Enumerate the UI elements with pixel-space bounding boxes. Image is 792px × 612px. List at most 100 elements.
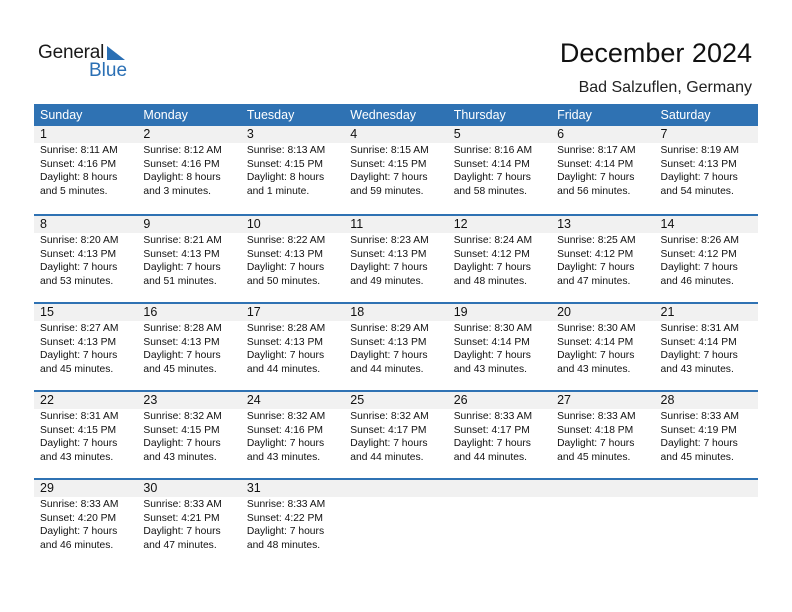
sunrise-text: Sunrise: 8:16 AM: [453, 145, 533, 156]
daylight-text: Daylight: 7 hours: [246, 262, 325, 274]
day-cell-info: Sunrise: 8:33 AM Sunset: 4:17 PM Daylight:…: [448, 409, 551, 464]
daylight-text: Daylight: 7 hours: [143, 438, 221, 450]
daylight-text: and 43 minutes.: [143, 451, 217, 463]
sunrise-text: Sunrise: 8:28 AM: [143, 323, 222, 334]
sunrise-text: Sunrise: 8:28 AM: [246, 323, 326, 334]
day-cell-info: Sunrise: 8:17 AM Sunset: 4:14 PM Daylight:…: [551, 143, 654, 198]
day-number: 19: [453, 305, 468, 319]
sunset-text: Sunset: 4:12 PM: [453, 248, 530, 260]
day-cell-info: Sunrise: 8:33 AM Sunset: 4:21 PM Daylight:…: [137, 497, 240, 552]
sunrise-text: Sunrise: 8:33 AM: [40, 499, 119, 510]
daylight-text: Daylight: 7 hours: [246, 350, 325, 362]
calendar-week: 29 30 31 Sunrise: 8:33 AM Sunset: 4:20 PM Day…: [34, 478, 758, 566]
daylight-text: and 49 minutes.: [350, 275, 424, 287]
daylight-text: Daylight: 7 hours: [350, 262, 428, 274]
sunset-text: Sunset: 4:19 PM: [660, 424, 737, 436]
daylight-text: and 44 minutes.: [453, 451, 527, 463]
sunset-text: Sunset: 4:14 PM: [557, 158, 634, 170]
daylight-text: Daylight: 7 hours: [453, 438, 531, 450]
daylight-text: and 58 minutes.: [453, 185, 527, 197]
sunrise-text: Sunrise: 8:20 AM: [40, 235, 119, 246]
sunrise-text: Sunrise: 8:12 AM: [143, 145, 222, 156]
sunset-text: Sunset: 4:16 PM: [246, 424, 323, 436]
date-row: 8 9 10 11 12 13 14: [34, 216, 758, 233]
day-number: [448, 480, 551, 497]
day-cell-info: Sunrise: 8:20 AM Sunset: 4:13 PM Daylight:…: [34, 233, 137, 288]
sunrise-text: Sunrise: 8:29 AM: [350, 323, 429, 334]
sunrise-text: Sunrise: 8:30 AM: [557, 323, 636, 334]
daylight-text: and 46 minutes.: [660, 275, 734, 287]
info-row: Sunrise: 8:27 AM Sunset: 4:13 PM Daylight:…: [34, 321, 758, 376]
daylight-text: Daylight: 7 hours: [40, 262, 118, 274]
day-cell-info: Sunrise: 8:19 AM Sunset: 4:13 PM Daylight:…: [655, 143, 758, 198]
sunset-text: Sunset: 4:13 PM: [246, 248, 323, 260]
daylight-text: Daylight: 8 hours: [40, 172, 118, 184]
sunset-text: Sunset: 4:14 PM: [557, 336, 634, 348]
daylight-text: Daylight: 7 hours: [453, 262, 531, 274]
weekday-header: Sunday Monday Tuesday Wednesday Thursday…: [34, 104, 758, 126]
daylight-text: and 47 minutes.: [143, 539, 217, 551]
sunset-text: Sunset: 4:15 PM: [246, 158, 323, 170]
daylight-text: and 47 minutes.: [557, 275, 631, 287]
sunset-text: Sunset: 4:13 PM: [40, 248, 117, 260]
weekday-monday: Monday: [143, 108, 188, 122]
day-cell-info: Sunrise: 8:12 AM Sunset: 4:16 PM Daylight:…: [137, 143, 240, 198]
day-number: [344, 480, 447, 497]
sunrise-text: Sunrise: 8:33 AM: [660, 411, 739, 422]
daylight-text: and 48 minutes.: [246, 539, 321, 551]
day-cell-info: [655, 497, 758, 552]
daylight-text: Daylight: 7 hours: [350, 172, 428, 184]
day-number: 30: [143, 481, 158, 495]
sunset-text: Sunset: 4:12 PM: [557, 248, 634, 260]
day-cell-info: Sunrise: 8:33 AM Sunset: 4:18 PM Daylight:…: [551, 409, 654, 464]
logo-blue-text: Blue: [89, 60, 128, 81]
day-cell-info: Sunrise: 8:21 AM Sunset: 4:13 PM Daylight:…: [137, 233, 240, 288]
daylight-text: Daylight: 7 hours: [453, 350, 531, 362]
sunset-text: Sunset: 4:12 PM: [660, 248, 737, 260]
sunset-text: Sunset: 4:16 PM: [40, 158, 117, 170]
day-number: 7: [660, 127, 668, 141]
day-number: 21: [660, 305, 675, 319]
day-number: 6: [557, 127, 565, 141]
day-number: 17: [246, 305, 261, 319]
day-cell-info: Sunrise: 8:31 AM Sunset: 4:14 PM Daylight:…: [655, 321, 758, 376]
date-row: 22 23 24 25 26 27 28: [34, 392, 758, 409]
daylight-text: Daylight: 7 hours: [660, 172, 738, 184]
day-cell-info: [344, 497, 447, 552]
daylight-text: and 44 minutes.: [350, 451, 424, 463]
day-number: 27: [557, 393, 572, 407]
daylight-text: Daylight: 7 hours: [143, 350, 221, 362]
day-cell-info: Sunrise: 8:22 AM Sunset: 4:13 PM Daylight:…: [241, 233, 344, 288]
sunset-text: Sunset: 4:21 PM: [143, 512, 220, 524]
sunrise-text: Sunrise: 8:19 AM: [660, 145, 739, 156]
day-cell-info: Sunrise: 8:32 AM Sunset: 4:17 PM Daylight:…: [344, 409, 447, 464]
sunrise-text: Sunrise: 8:31 AM: [660, 323, 739, 334]
day-number: 24: [246, 393, 261, 407]
daylight-text: and 45 minutes.: [40, 363, 114, 375]
daylight-text: and 1 minute.: [246, 185, 310, 197]
daylight-text: and 43 minutes.: [557, 363, 631, 375]
daylight-text: Daylight: 7 hours: [40, 526, 118, 538]
sunrise-text: Sunrise: 8:32 AM: [350, 411, 429, 422]
weekday-sunday: Sunday: [40, 108, 83, 122]
info-row: Sunrise: 8:33 AM Sunset: 4:20 PM Daylight:…: [34, 497, 758, 552]
day-number: 9: [143, 217, 151, 231]
daylight-text: and 44 minutes.: [350, 363, 424, 375]
day-cell-info: Sunrise: 8:24 AM Sunset: 4:12 PM Daylight:…: [448, 233, 551, 288]
daylight-text: and 5 minutes.: [40, 185, 108, 197]
day-number: 13: [557, 217, 572, 231]
day-number: 26: [453, 393, 468, 407]
sunset-text: Sunset: 4:17 PM: [350, 424, 427, 436]
calendar-week: 15 16 17 18 19 20 21 Sunrise: 8:27 AM Sunset: 4:…: [34, 302, 758, 390]
day-number: 20: [557, 305, 572, 319]
day-number: 16: [143, 305, 158, 319]
daylight-text: Daylight: 7 hours: [350, 350, 428, 362]
day-number: [655, 480, 758, 497]
day-cell-info: Sunrise: 8:11 AM Sunset: 4:16 PM Daylight:…: [34, 143, 137, 198]
sunset-text: Sunset: 4:13 PM: [143, 248, 220, 260]
daylight-text: Daylight: 7 hours: [246, 526, 325, 538]
weekday-tuesday: Tuesday: [246, 108, 295, 122]
day-number: 14: [660, 217, 675, 231]
day-cell-info: [551, 497, 654, 552]
sunset-text: Sunset: 4:13 PM: [143, 336, 220, 348]
